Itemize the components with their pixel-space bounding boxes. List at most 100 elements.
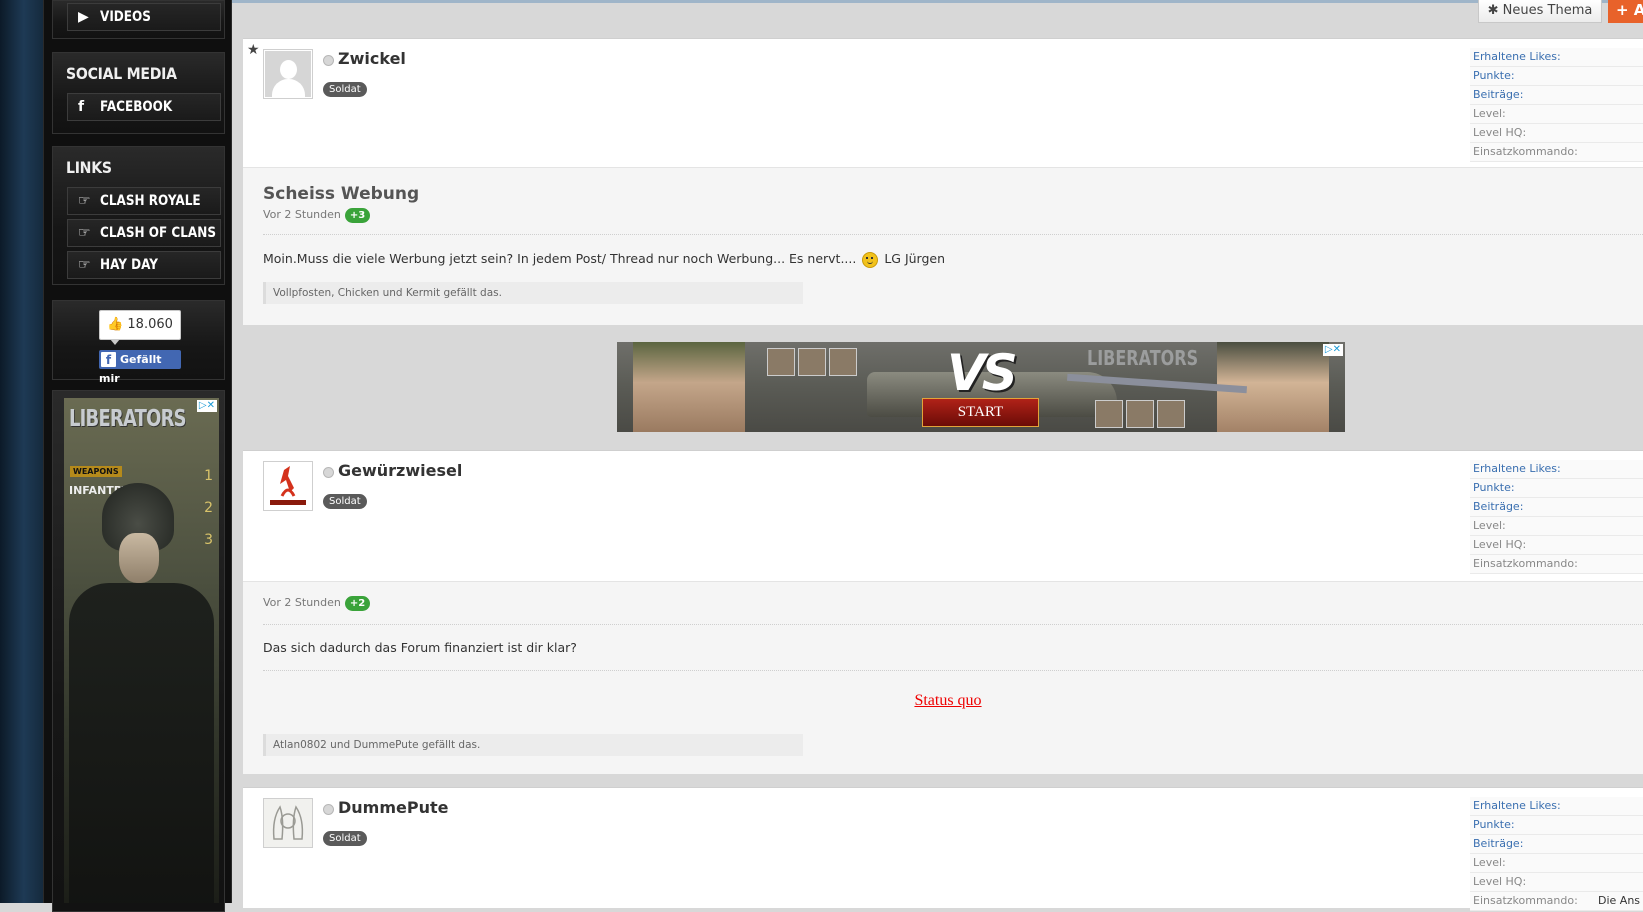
stat-level: Level: [1470, 854, 1643, 873]
ad-soldier-face [119, 533, 159, 583]
stat-posts[interactable]: Beiträge: [1470, 86, 1643, 105]
facebook-like-count: 👍 18.060 [99, 310, 181, 345]
post-content: Das sich dadurch das Forum finanziert is… [263, 640, 577, 655]
ad-thumbnail [798, 348, 826, 376]
post-content: Moin.Muss die viele Werbung jetzt sein? … [263, 251, 946, 268]
divider [263, 624, 1643, 625]
ad-numbers: 1 2 3 [204, 468, 213, 548]
stat-likes[interactable]: Erhaltene Likes: [1470, 460, 1643, 479]
ad-weapons-tag: WEAPONS [70, 466, 122, 477]
username[interactable]: Zwickel [338, 49, 406, 68]
links-title: LINKS [66, 158, 112, 177]
ad-vs-text: VS [947, 344, 1018, 402]
stat-likes[interactable]: Erhaltene Likes: [1470, 797, 1643, 816]
post-meta: Vor 2 Stunden +3 [263, 208, 371, 223]
offline-status-icon [323, 467, 334, 478]
post-2: Gewürzwiesel Soldat Erhaltene Likes: Pun… [243, 450, 1643, 774]
stat-squad: Einsatzkommando: [1470, 143, 1643, 162]
ad-soldier-portrait-left [633, 342, 745, 432]
ad-logo-text: LIBERATORS [69, 406, 187, 432]
side-advertisement[interactable]: LIBERATORS WEAPONS INFANTRY 1 2 3 ▷✕ [64, 398, 219, 903]
likes-summary[interactable]: Vollpfosten, Chicken und Kermit gefällt … [263, 282, 803, 304]
facebook-like-button[interactable]: f Gefällt mir [99, 350, 181, 385]
adchoices-icon[interactable]: ▷✕ [196, 400, 217, 412]
links-box: LINKS ☞ CLASH ROYALE ☞ CLASH OF CLANS ☞ HAY… [52, 146, 225, 285]
user-stats: Erhaltene Likes: Punkte: Beiträge: Level… [1470, 797, 1643, 911]
post-meta: Vor 2 Stunden +2 [263, 596, 371, 611]
rank-badge: Soldat [323, 831, 367, 846]
add-button[interactable]: + A [1608, 0, 1643, 23]
custom-avatar-icon [264, 799, 312, 847]
user-stats: Erhaltene Likes: Punkte: Beiträge: Level… [1470, 460, 1643, 574]
videos-box: ▶ VIDEOS [52, 0, 225, 39]
stat-likes[interactable]: Erhaltene Likes: [1470, 48, 1643, 67]
post-header: ★ Zwickel Soldat Erhaltene Likes: Punkte… [243, 39, 1643, 167]
rank-badge: Soldat [323, 494, 367, 509]
sidebar-item-facebook[interactable]: f FACEBOOK [67, 93, 221, 121]
stat-level-hq: Level HQ: [1470, 536, 1643, 555]
avatar[interactable] [263, 49, 313, 99]
smiley-icon [862, 251, 879, 268]
user-stats: Erhaltene Likes: Punkte: Beiträge: Level… [1470, 48, 1643, 162]
stat-posts[interactable]: Beiträge: [1470, 835, 1643, 854]
signature-divider [263, 670, 1643, 671]
stat-level-hq: Level HQ: [1470, 124, 1643, 143]
post-title: Scheiss Webung [263, 184, 420, 204]
rank-badge: Soldat [323, 82, 367, 97]
social-media-box: SOCIAL MEDIA f FACEBOOK [52, 52, 225, 134]
avatar[interactable] [263, 798, 313, 848]
adchoices-icon[interactable]: ▷✕ [1322, 344, 1343, 356]
stat-points[interactable]: Punkte: [1470, 67, 1643, 86]
sidebar-item-videos[interactable]: ▶ VIDEOS [67, 3, 221, 31]
sidebar-item-clash-royale[interactable]: ☞ CLASH ROYALE [67, 187, 221, 215]
default-avatar-icon [265, 51, 311, 98]
ad-start-button[interactable]: START [922, 398, 1039, 427]
post-time[interactable]: Vor 2 Stunden [263, 596, 341, 609]
asterisk-icon: ✱ [1487, 3, 1499, 18]
sidebar-item-hay-day[interactable]: ☞ HAY DAY [67, 251, 221, 279]
post-1: ★ Zwickel Soldat Erhaltene Likes: Punkte… [243, 38, 1643, 325]
thumbs-up-icon: ☞ [78, 193, 91, 209]
ad-logo-text: LIBERATORS [1087, 346, 1199, 370]
page-background-left [0, 0, 43, 903]
ad-thumbnails [767, 348, 860, 379]
like-badge[interactable]: +3 [344, 208, 371, 223]
sidebar-item-clash-of-clans[interactable]: ☞ CLASH OF CLANS [67, 219, 221, 247]
divider [263, 234, 1643, 235]
facebook-icon: f [78, 99, 85, 115]
stat-points[interactable]: Punkte: [1470, 479, 1643, 498]
post-body: Scheiss Webung Vor 2 Stunden +3 Moin.Muss… [243, 167, 1643, 325]
post-3: DummePute Soldat Erhaltene Likes: Punkte… [243, 787, 1643, 911]
offline-status-icon [323, 804, 334, 815]
stat-posts[interactable]: Beiträge: [1470, 498, 1643, 517]
thumbs-up-icon: ☞ [78, 225, 91, 241]
ad-thumbnail [829, 348, 857, 376]
top-border [0, 0, 1643, 3]
likes-summary[interactable]: Atlan0802 und DummePute gefällt das. [263, 734, 803, 756]
ad-thumbnails [1095, 400, 1188, 431]
stat-squad-value: Die Ans [1598, 894, 1641, 907]
post-header: DummePute Soldat Erhaltene Likes: Punkte… [243, 788, 1643, 911]
ad-thumbnail [767, 348, 795, 376]
star-icon[interactable]: ★ [247, 42, 260, 58]
like-badge[interactable]: +2 [344, 596, 371, 611]
facebook-icon: f [101, 352, 116, 367]
ad-thumbnail [1157, 400, 1185, 428]
post-time[interactable]: Vor 2 Stunden [263, 208, 341, 221]
offline-status-icon [323, 55, 334, 66]
social-media-title: SOCIAL MEDIA [66, 64, 177, 83]
stat-points[interactable]: Punkte: [1470, 816, 1643, 835]
custom-avatar-icon [270, 466, 306, 505]
avatar[interactable] [263, 461, 313, 511]
username[interactable]: Gewürzwiesel [338, 461, 462, 480]
status-quo-link[interactable]: Status quo [914, 692, 981, 709]
stat-level-hq: Level HQ: [1470, 873, 1643, 892]
username[interactable]: DummePute [338, 798, 448, 817]
new-thread-button[interactable]: ✱ Neues Thema [1478, 0, 1602, 23]
ad-soldier-body [69, 583, 214, 903]
post-body: Vor 2 Stunden +2 Das sich dadurch das For… [243, 581, 1643, 774]
banner-advertisement[interactable]: VS LIBERATORS START ▷✕ [617, 342, 1345, 432]
ad-thumbnail [1095, 400, 1123, 428]
ad-thumbnail [1126, 400, 1154, 428]
post-header: Gewürzwiesel Soldat Erhaltene Likes: Pun… [243, 451, 1643, 581]
